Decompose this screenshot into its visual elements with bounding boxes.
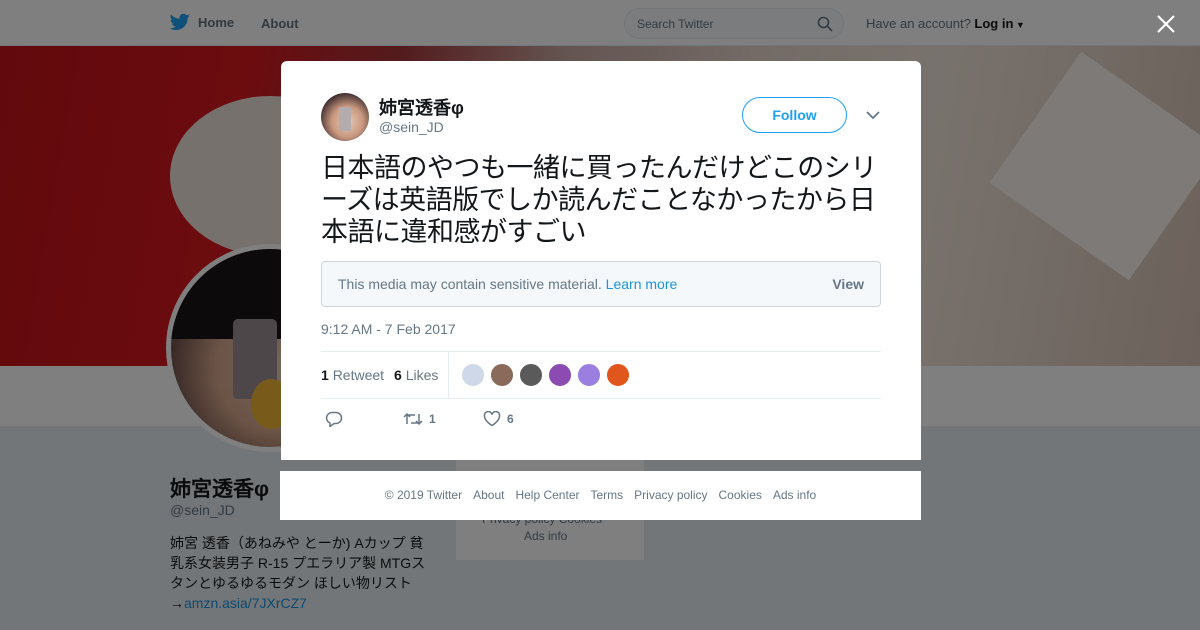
liker-avatar[interactable] bbox=[519, 363, 543, 387]
like-button[interactable]: 6 bbox=[483, 411, 514, 427]
liker-avatar[interactable] bbox=[548, 363, 572, 387]
chevron-down-icon[interactable] bbox=[865, 109, 881, 121]
like-count: 6 bbox=[394, 367, 402, 383]
retweet-count: 1 bbox=[321, 367, 329, 383]
tweet-author-handle[interactable]: @sein_JD bbox=[379, 119, 444, 135]
tweet-author-avatar[interactable] bbox=[321, 93, 369, 141]
footer-copyright: © 2019 Twitter bbox=[384, 488, 463, 502]
retweet-button[interactable]: 1 bbox=[403, 411, 436, 427]
sensitive-message-text: This media may contain sensitive materia… bbox=[338, 276, 602, 292]
reply-icon bbox=[325, 411, 343, 427]
sensitive-media-notice: This media may contain sensitive materia… bbox=[321, 261, 881, 307]
learn-more-link[interactable]: Learn more bbox=[606, 276, 678, 292]
stats-divider bbox=[448, 352, 449, 398]
retweet-action-count: 1 bbox=[429, 412, 436, 426]
like-action-count: 6 bbox=[507, 412, 514, 426]
retweet-icon bbox=[403, 412, 423, 426]
footer-link-cookies[interactable]: Cookies bbox=[719, 488, 762, 502]
likes-stat[interactable]: 6 Likes bbox=[394, 367, 438, 383]
retweet-stat[interactable]: 1 Retweet bbox=[321, 367, 384, 383]
tweet-timestamp[interactable]: 9:12 AM - 7 Feb 2017 bbox=[321, 321, 456, 337]
tweet-actions: 1 6 bbox=[321, 411, 621, 431]
footer-link-help-center[interactable]: Help Center bbox=[515, 488, 579, 502]
retweet-label: Retweet bbox=[332, 367, 385, 383]
footer-links: © 2019 Twitter About Help Center Terms P… bbox=[280, 488, 921, 502]
tweet-stats: 1 Retweet 6 Likes bbox=[321, 351, 881, 399]
footer-link-about[interactable]: About bbox=[473, 488, 504, 502]
tweet-author-name[interactable]: 姉宮透香φ bbox=[379, 94, 464, 120]
tweet-modal: 姉宮透香φ @sein_JD Follow 日本語のやつも一緒に買ったんだけどこ… bbox=[281, 61, 921, 460]
tweet-text: 日本語のやつも一緒に買ったんだけどこのシリーズは英語版でしか読んだことなかったか… bbox=[321, 153, 877, 248]
liker-avatar[interactable] bbox=[577, 363, 601, 387]
footer-link-ads-info[interactable]: Ads info bbox=[773, 488, 816, 502]
close-icon[interactable] bbox=[1156, 14, 1176, 34]
liker-avatar[interactable] bbox=[461, 363, 485, 387]
footer-link-terms[interactable]: Terms bbox=[590, 488, 623, 502]
modal-footer: © 2019 Twitter About Help Center Terms P… bbox=[280, 471, 921, 520]
like-label: Likes bbox=[405, 367, 439, 383]
footer-link-privacy[interactable]: Privacy policy bbox=[634, 488, 707, 502]
follow-button[interactable]: Follow bbox=[742, 97, 847, 133]
liker-avatars bbox=[461, 363, 630, 387]
liker-avatar[interactable] bbox=[606, 363, 630, 387]
reply-button[interactable] bbox=[325, 411, 343, 427]
sensitive-message: This media may contain sensitive materia… bbox=[338, 276, 677, 292]
view-media-button[interactable]: View bbox=[832, 276, 864, 292]
heart-icon bbox=[483, 411, 501, 427]
liker-avatar[interactable] bbox=[490, 363, 514, 387]
